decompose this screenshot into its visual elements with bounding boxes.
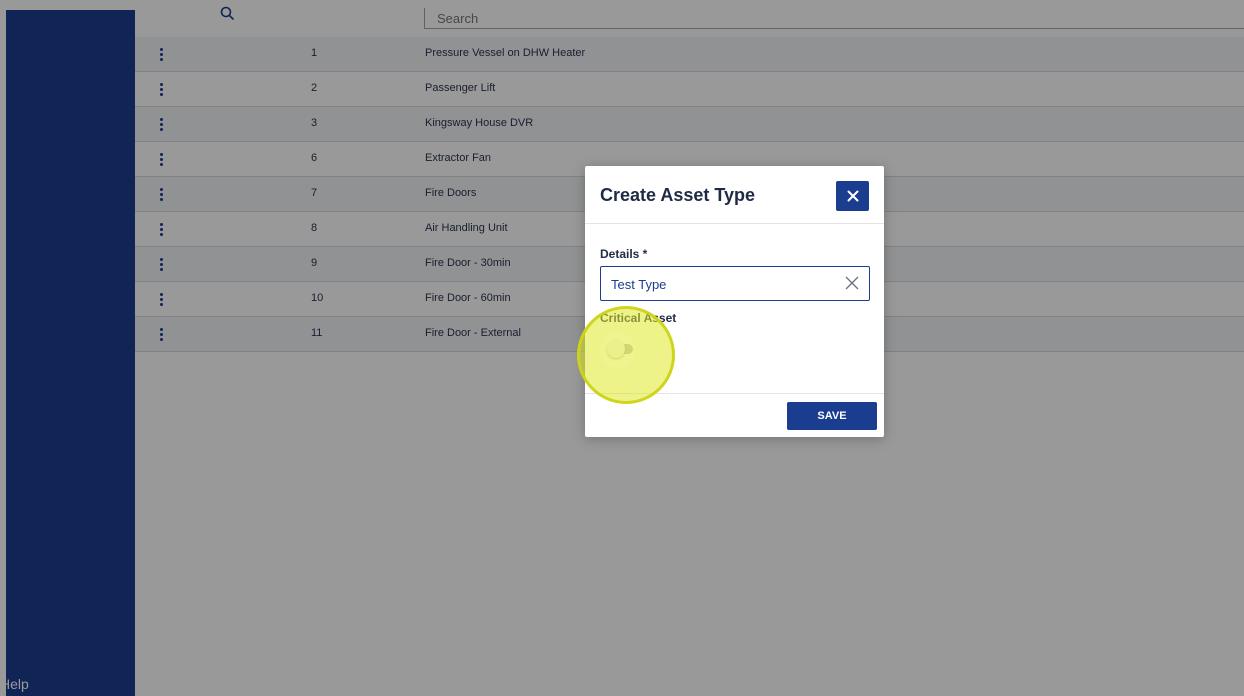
close-icon [847,190,858,202]
dialog-header: Create Asset Type [585,166,884,224]
details-value: Test Type [611,277,667,292]
toggle-thumb [607,340,625,358]
dialog-title: Create Asset Type [600,185,756,205]
create-asset-type-dialog: Create Asset Type Details * Test Type Cr… [585,166,884,437]
dialog-footer: SAVE [585,393,884,437]
details-label: Details * [600,247,648,261]
close-button[interactable] [836,181,869,211]
critical-asset-label: Critical Asset [600,311,677,325]
details-input[interactable]: Test Type [600,266,870,301]
critical-asset-toggle[interactable] [607,340,637,358]
clear-icon[interactable] [845,276,859,290]
save-button[interactable]: SAVE [787,402,877,430]
